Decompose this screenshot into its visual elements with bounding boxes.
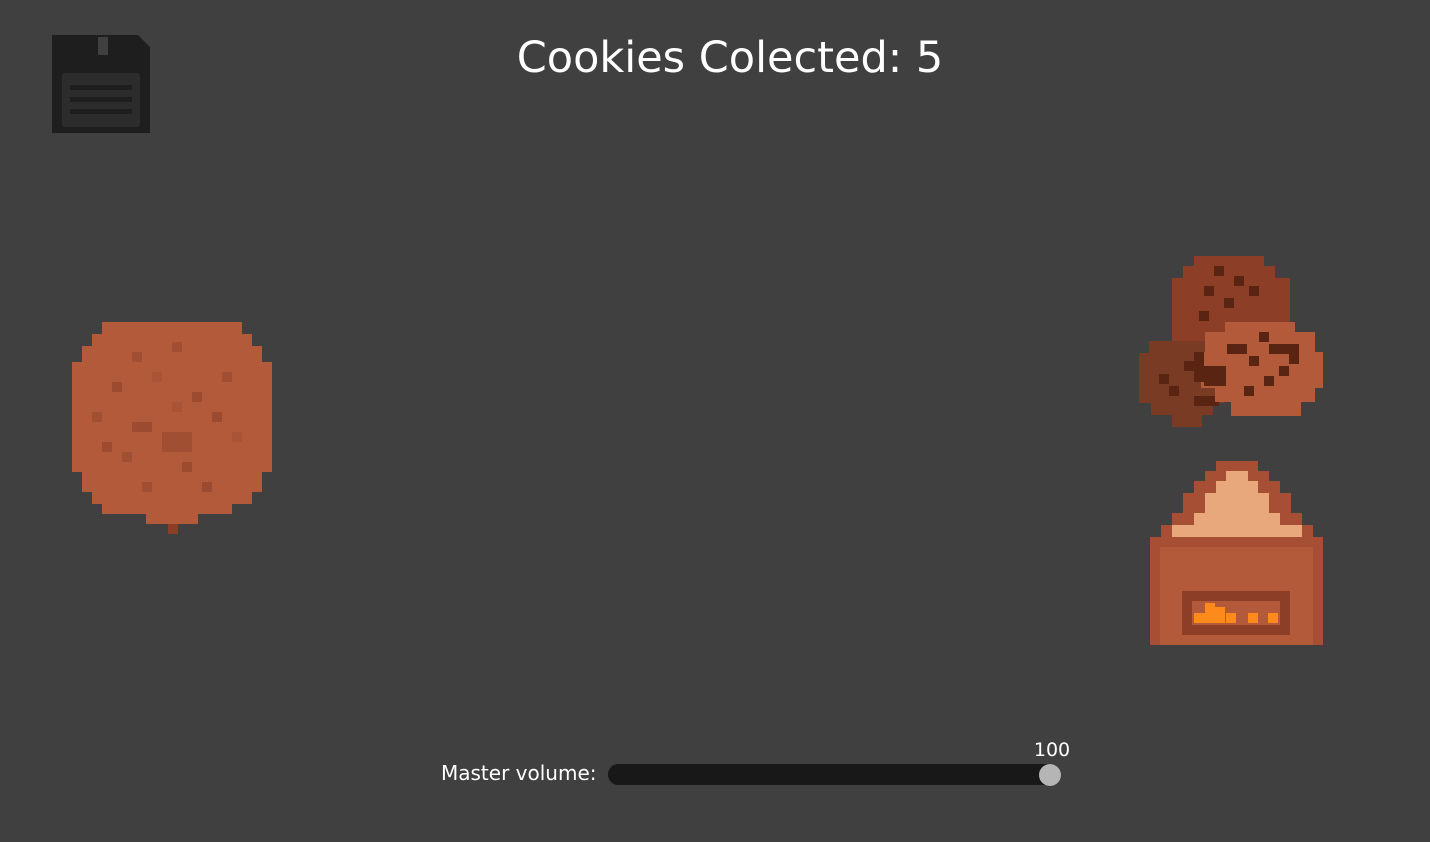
cookies-collected-counter: Cookies Colected: 5 [516,33,944,83]
master-volume-label: Master volume: [441,761,597,785]
cookie-icon [72,322,272,534]
master-volume-fill [608,764,1050,785]
master-volume-value: 100 [1033,739,1071,761]
buy-oven-item[interactable] [1150,461,1323,645]
buy-cookies-item[interactable] [1139,256,1323,428]
oven-icon [1150,461,1323,645]
master-volume-slider[interactable] [608,764,1061,786]
master-volume-thumb[interactable] [1039,764,1061,786]
cookie-stack-icon [1139,256,1323,427]
big-cookie-button[interactable] [72,322,272,536]
game-screen: Cookies Colected: 5 Master volume: 100 [0,0,1430,842]
